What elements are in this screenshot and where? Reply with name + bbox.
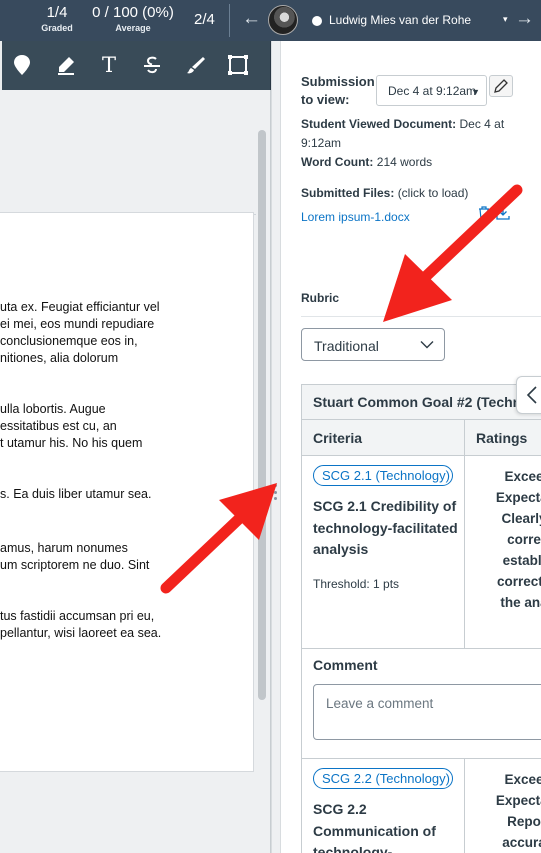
submitted-file-link[interactable]: Lorem ipsum-1.docx xyxy=(301,210,410,224)
viewed-document-info: Student Viewed Document: Dec 4 at 9:12am xyxy=(301,117,505,150)
criterion-title: SCG 2.1 Credibility of technology-facili… xyxy=(313,498,458,557)
next-student-button[interactable]: → xyxy=(515,8,534,30)
comment-label: Comment xyxy=(313,657,378,673)
pin-icon[interactable] xyxy=(9,52,35,78)
avatar[interactable] xyxy=(268,5,298,35)
rubric-view-select[interactable]: Traditional xyxy=(301,328,445,361)
graded-stat: 1/4 Graded xyxy=(38,4,76,34)
outcome-pill[interactable]: SCG 2.2 (Technology) xyxy=(313,768,453,789)
student-name[interactable]: Ludwig Mies van der Rohe xyxy=(329,13,471,27)
submission-to-view-label: Submission to view: xyxy=(301,74,375,107)
criteria-column-header: Criteria xyxy=(313,430,363,446)
doc-paragraph: uta ex. Feugiat efficiantur vel ei mei, e… xyxy=(0,300,160,365)
strikethrough-icon[interactable] xyxy=(139,52,165,78)
draw-icon[interactable] xyxy=(183,52,209,78)
criterion-row: SCG 2.1 (Technology) SCG 2.1 Credibility… xyxy=(302,456,541,649)
panel-resize-bar[interactable] xyxy=(271,41,281,853)
document-scrollbar[interactable] xyxy=(258,130,266,700)
trash-icon[interactable] xyxy=(478,206,490,225)
graded-value: 1/4 xyxy=(46,4,68,21)
graded-label: Graded xyxy=(41,23,73,33)
doc-paragraph: tus fastidii accumsan pri eu, pellantur, … xyxy=(0,609,162,640)
word-count-info: Word Count: 214 words xyxy=(301,155,433,169)
rubric-heading: Rubric xyxy=(301,291,340,305)
criterion-title: SCG 2.2 Communication of technology- xyxy=(313,801,436,853)
annotation-toolbar: T xyxy=(0,41,271,90)
grading-panel: Submission to view: Dec 4 at 9:12am ▼ St… xyxy=(282,41,541,853)
doc-paragraph: ulla lobortis. Augue essitatibus est cu, … xyxy=(0,402,143,450)
toolbar-edge xyxy=(0,41,2,90)
average-value: 0 / 100 (0%) xyxy=(92,4,174,21)
student-pager: 2/4 xyxy=(194,11,215,28)
average-label: Average xyxy=(115,23,151,33)
submission-select[interactable]: Dec 4 at 9:12am ▼ xyxy=(376,75,487,106)
average-stat: 0 / 100 (0%) Average xyxy=(88,4,178,34)
criterion-threshold: Threshold: 1 pts xyxy=(313,577,400,591)
submission-status-icon xyxy=(312,16,322,26)
column-divider xyxy=(464,420,465,456)
rubric-title: Stuart Common Goal #2 (Technology xyxy=(302,384,541,420)
chevron-down-icon xyxy=(420,337,434,354)
caret-down-icon: ▼ xyxy=(471,87,480,97)
download-icon[interactable] xyxy=(496,206,510,225)
submission-select-value: Dec 4 at 9:12am xyxy=(388,84,477,98)
rating-cell[interactable]: Excee Expectat Repo accura analy xyxy=(465,769,541,853)
criterion-row: SCG 2.2 (Technology) SCG 2.2 Communicati… xyxy=(302,759,541,853)
chevron-left-icon xyxy=(526,386,537,404)
header-divider xyxy=(229,4,230,37)
doc-paragraph: s. Ea duis liber utamur sea. xyxy=(0,487,152,501)
rubric-divider xyxy=(301,316,541,317)
doc-paragraph: amus, harum nonumes um scriptorem ne duo.… xyxy=(0,541,150,572)
comment-section: Comment Leave a comment xyxy=(302,649,541,759)
comment-input[interactable]: Leave a comment xyxy=(313,684,541,740)
submitted-files-label: Submitted Files: (click to load) xyxy=(301,186,469,200)
resize-handle-icon[interactable] xyxy=(274,484,278,500)
rubric-table: Stuart Common Goal #2 (Technology Criter… xyxy=(301,384,541,853)
gradebook-header: 1/4 Graded 0 / 100 (0%) Average 2/4 ← Lu… xyxy=(0,0,541,41)
ratings-column-header: Ratings xyxy=(476,430,528,446)
text-icon[interactable]: T xyxy=(96,52,122,78)
rubric-column-headers: Criteria Ratings xyxy=(302,420,541,456)
student-dropdown-caret-icon[interactable]: ▾ xyxy=(503,14,508,25)
outcome-pill[interactable]: SCG 2.1 (Technology) xyxy=(313,465,453,486)
file-actions xyxy=(478,206,510,225)
collapse-panel-button[interactable] xyxy=(516,376,541,414)
highlighter-icon[interactable] xyxy=(53,52,79,78)
box-icon[interactable] xyxy=(225,52,251,78)
rating-cell[interactable]: Excee Expectat Clearly corre establi cor… xyxy=(465,466,541,613)
pencil-icon[interactable] xyxy=(489,75,513,97)
prev-student-button[interactable]: ← xyxy=(242,8,261,30)
rubric-view-value: Traditional xyxy=(314,338,379,354)
